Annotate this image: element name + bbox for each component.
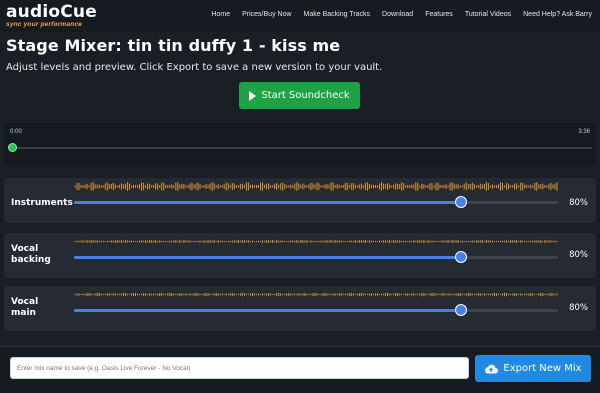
start-soundcheck-button[interactable]: Start Soundcheck bbox=[239, 82, 360, 109]
waveform bbox=[74, 239, 558, 244]
timeline-scrubber[interactable] bbox=[8, 143, 17, 152]
volume-slider-fill bbox=[74, 256, 462, 259]
volume-slider-thumb[interactable] bbox=[455, 304, 468, 316]
main-nav: Home Prices/Buy Now Make Backing Tracks … bbox=[199, 11, 592, 18]
nav-home[interactable]: Home bbox=[211, 11, 230, 18]
play-icon bbox=[249, 90, 257, 101]
nav-make-backing-tracks[interactable]: Make Backing Tracks bbox=[304, 11, 371, 18]
top-navbar: audioCue sync your performance Home Pric… bbox=[0, 0, 600, 32]
mix-name-input[interactable] bbox=[10, 357, 469, 379]
volume-slider-thumb[interactable] bbox=[455, 251, 468, 263]
track-row-vocal-backing: Vocal backing 80% bbox=[4, 233, 596, 278]
logo-text: audioCue bbox=[6, 2, 97, 22]
export-bar: Export New Mix bbox=[0, 346, 600, 393]
nav-need-help[interactable]: Need Help? Ask Barry bbox=[523, 11, 592, 18]
cloud-upload-icon bbox=[485, 364, 499, 374]
waveform bbox=[74, 292, 558, 297]
page-subtitle: Adjust levels and preview. Click Export … bbox=[6, 62, 383, 73]
export-button-label: Export New Mix bbox=[503, 363, 582, 374]
volume-percent: 80% bbox=[569, 250, 588, 260]
volume-percent: 80% bbox=[569, 303, 588, 313]
page-title: Stage Mixer: tin tin duffy 1 - kiss me bbox=[6, 36, 341, 55]
nav-download[interactable]: Download bbox=[382, 11, 413, 18]
track-label: Vocal backing bbox=[11, 244, 51, 265]
nav-tutorial-videos[interactable]: Tutorial Videos bbox=[465, 11, 511, 18]
logo-tagline: sync your performance bbox=[6, 21, 83, 28]
track-row-instruments: Instruments 80% bbox=[4, 178, 596, 223]
logo[interactable]: audioCue sync your performance bbox=[6, 2, 97, 29]
start-soundcheck-label: Start Soundcheck bbox=[261, 90, 350, 101]
total-time: 3:36 bbox=[578, 129, 590, 135]
volume-percent: 80% bbox=[569, 198, 588, 208]
volume-slider-track[interactable] bbox=[74, 304, 558, 316]
volume-slider-thumb[interactable] bbox=[455, 196, 468, 208]
track-label: Vocal main bbox=[11, 297, 39, 318]
waveform bbox=[74, 182, 558, 191]
volume-slider-track[interactable] bbox=[74, 196, 558, 208]
playback-timeline: 0:00 3:36 bbox=[4, 123, 596, 164]
volume-slider-fill bbox=[74, 201, 462, 204]
volume-slider-track[interactable] bbox=[74, 251, 558, 263]
timeline-track[interactable] bbox=[12, 147, 592, 149]
current-time: 0:00 bbox=[10, 129, 22, 135]
track-label: Instruments bbox=[11, 198, 73, 208]
volume-slider-fill bbox=[74, 309, 462, 312]
nav-prices[interactable]: Prices/Buy Now bbox=[242, 11, 291, 18]
track-row-vocal-main: Vocal main 80% bbox=[4, 286, 596, 331]
export-new-mix-button[interactable]: Export New Mix bbox=[475, 355, 591, 382]
nav-features[interactable]: Features bbox=[425, 11, 453, 18]
